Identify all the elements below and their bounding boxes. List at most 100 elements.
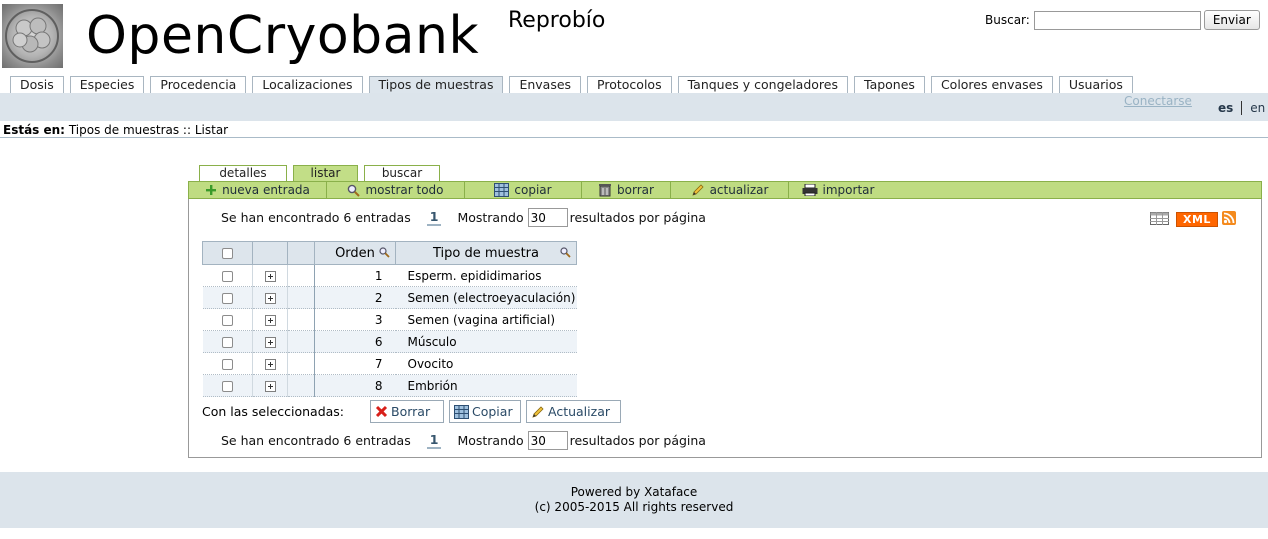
import-label: importar (822, 183, 875, 197)
breadcrumb-divider (0, 137, 1268, 138)
tab-envases[interactable]: Envases (509, 76, 582, 93)
row-checkbox[interactable] (221, 292, 233, 304)
expand-icon[interactable] (264, 270, 276, 282)
table-row[interactable]: 2 Semen (electroeyaculación) (202, 286, 577, 309)
bulk-actions: Borrar Copiar Actualizar (370, 400, 626, 423)
tab-especies[interactable]: Especies (69, 76, 145, 93)
row-order[interactable]: 3 (314, 308, 396, 331)
tab-procedencia[interactable]: Procedencia (150, 76, 247, 93)
site-title[interactable]: OpenCryobank (86, 4, 479, 68)
page-link[interactable]: 1 (426, 209, 442, 226)
tab-usuarios[interactable]: Usuarios (1058, 76, 1133, 93)
update-button[interactable]: actualizar (671, 182, 789, 198)
lang-divider (1241, 101, 1243, 115)
results-info-bottom: Se han encontrado 6 entradas 1 Mostrando… (221, 431, 706, 450)
search-input[interactable] (1033, 10, 1201, 30)
expand-icon[interactable] (264, 314, 276, 326)
site-logo[interactable] (2, 4, 63, 68)
breadcrumb-path[interactable]: Tipos de muestras :: Listar (69, 123, 228, 137)
select-all-checkbox[interactable] (222, 247, 233, 259)
row-expand-cell (252, 330, 288, 353)
lang-en-link[interactable]: en (1250, 101, 1265, 115)
copy-button[interactable]: copiar (465, 182, 582, 198)
results-info-top: Se han encontrado 6 entradas 1 Mostrando… (221, 208, 706, 227)
expand-icon[interactable] (264, 292, 276, 304)
table-row[interactable]: 1 Esperm. epididimarios (202, 264, 577, 287)
login-link[interactable]: Conectarse (1124, 94, 1192, 108)
row-blank-cell (287, 330, 315, 353)
copy-grid-icon (494, 183, 510, 197)
tab-detalles[interactable]: detalles (199, 165, 287, 181)
row-type[interactable]: Embrión (395, 374, 577, 397)
show-all-label: mostrar todo (365, 183, 444, 197)
view-tabs: detalles listar buscar (199, 165, 446, 181)
expand-icon[interactable] (264, 336, 276, 348)
table-header-row: Orden Tipo de muestra (202, 241, 577, 265)
with-selected-label: Con las seleccionadas: (202, 404, 345, 419)
table-row[interactable]: 6 Músculo (202, 330, 577, 353)
page-link[interactable]: 1 (426, 432, 442, 449)
type-header-label: Tipo de muestra (433, 245, 539, 261)
row-order[interactable]: 8 (314, 374, 396, 397)
lang-es-link[interactable]: es (1218, 101, 1233, 115)
table-view-icon[interactable] (1150, 211, 1169, 228)
site-subtitle: Reprobío (508, 8, 606, 33)
order-column-header[interactable]: Orden (314, 241, 396, 265)
show-all-button[interactable]: mostrar todo (327, 182, 465, 198)
order-filter-icon[interactable] (379, 247, 390, 262)
per-page-input[interactable] (527, 208, 568, 227)
type-column-header[interactable]: Tipo de muestra (395, 241, 577, 265)
tab-colores-envases[interactable]: Colores envases (930, 76, 1053, 93)
row-type[interactable]: Semen (electroeyaculación) (395, 286, 577, 309)
type-filter-icon[interactable] (560, 247, 571, 262)
row-blank-cell (287, 374, 315, 397)
copyright: (c) 2005-2015 All rights reserved (534, 500, 734, 514)
import-button[interactable]: importar (789, 182, 887, 198)
row-type[interactable]: Músculo (395, 330, 577, 353)
row-order[interactable]: 2 (314, 286, 396, 309)
search-label: Buscar: (985, 13, 1030, 27)
table-row[interactable]: 7 Ovocito (202, 352, 577, 375)
bulk-update-label: Actualizar (548, 404, 610, 419)
new-entry-button[interactable]: nueva entrada (189, 182, 327, 198)
tab-listar[interactable]: listar (293, 165, 358, 181)
xml-export-link[interactable]: XML (1176, 212, 1218, 227)
tab-tanques-y-congeladores[interactable]: Tanques y congeladores (677, 76, 848, 93)
tab-protocolos[interactable]: Protocolos (587, 76, 672, 93)
showing-label: Mostrando (457, 210, 524, 225)
row-order[interactable]: 1 (314, 264, 396, 287)
bulk-copy-button[interactable]: Copiar (449, 400, 521, 423)
row-type[interactable]: Ovocito (395, 352, 577, 375)
row-checkbox[interactable] (221, 270, 233, 282)
tab-localizaciones[interactable]: Localizaciones (252, 76, 363, 93)
delete-button[interactable]: borrar (582, 182, 671, 198)
tab-dosis[interactable]: Dosis (10, 76, 64, 93)
bulk-update-button[interactable]: Actualizar (526, 400, 621, 423)
row-checkbox[interactable] (221, 314, 233, 326)
table-row[interactable]: 8 Embrión (202, 374, 577, 397)
bulk-copy-label: Copiar (472, 404, 513, 419)
per-page-input[interactable] (527, 431, 568, 450)
row-order[interactable]: 7 (314, 352, 396, 375)
table-row[interactable]: 3 Semen (vagina artificial) (202, 308, 577, 331)
tab-buscar[interactable]: buscar (364, 165, 440, 181)
rss-icon[interactable] (1221, 211, 1236, 228)
row-checkbox-cell (202, 374, 253, 397)
select-all-header (202, 241, 253, 265)
tab-tipos-de-muestras[interactable]: Tipos de muestras (368, 76, 504, 93)
tab-tapones[interactable]: Tapones (854, 76, 925, 93)
update-label: actualizar (709, 183, 769, 197)
expand-icon[interactable] (264, 380, 276, 392)
search-submit-button[interactable]: Enviar (1203, 10, 1260, 30)
row-checkbox[interactable] (221, 336, 233, 348)
row-blank-cell (287, 286, 315, 309)
row-type[interactable]: Semen (vagina artificial) (395, 308, 577, 331)
bulk-delete-button[interactable]: Borrar (370, 400, 444, 423)
expand-icon[interactable] (264, 358, 276, 370)
results-count: Se han encontrado 6 entradas (221, 210, 411, 225)
row-type[interactable]: Esperm. epididimarios (395, 264, 577, 287)
action-bar: nueva entrada mostrar todo copiar borrar… (188, 181, 1262, 199)
row-order[interactable]: 6 (314, 330, 396, 353)
row-checkbox[interactable] (221, 380, 233, 392)
row-checkbox[interactable] (221, 358, 233, 370)
